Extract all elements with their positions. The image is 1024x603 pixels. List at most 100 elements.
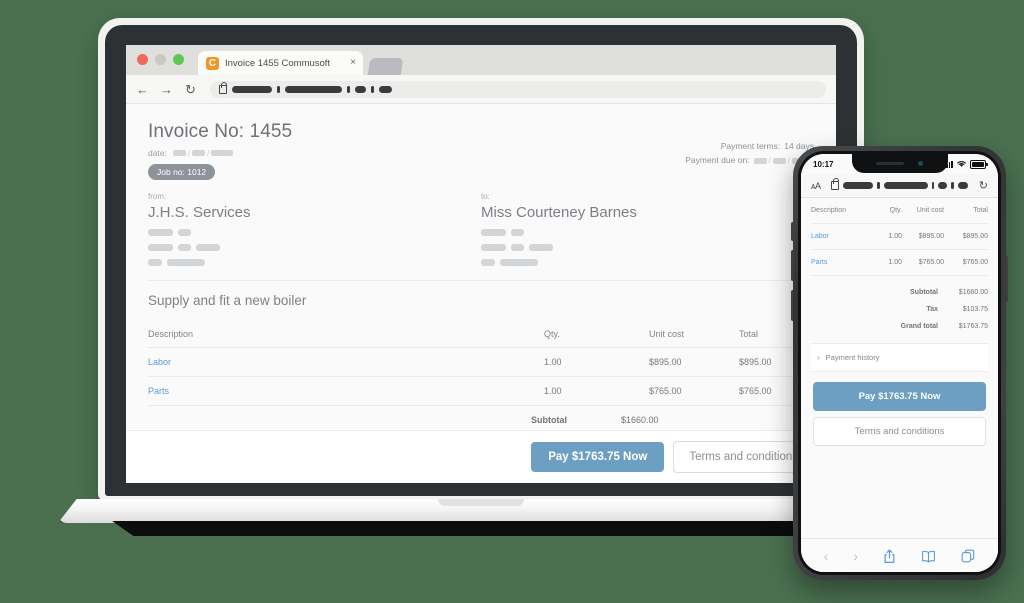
column-header-qty: Qty. [544,329,560,339]
phone-device: 10:17 ᴀA ↻ Description Qty. Unit cost To… [791,146,1008,580]
job-number-badge: Job no: 1012 [148,164,216,180]
phone-table-row: Labor 1.00 $895.00 $895.00 [811,224,988,250]
invoice-page: Invoice No: 1455 date: / / Job no: 1012 P… [126,104,836,483]
close-window-icon[interactable] [137,54,148,65]
subtotal-label: Subtotal [531,415,567,425]
status-time: 10:17 [813,159,834,169]
table-header-row: Description Qty. Unit cost Total [148,320,814,348]
pay-now-button[interactable]: Pay $1763.75 Now [531,442,665,472]
url-redaction-segment [232,85,272,93]
front-camera-icon [918,161,923,166]
browser-toolbar: ← → ↻ [126,75,836,104]
back-icon[interactable]: ← [136,83,149,96]
phone-line-item-total: $765.00 [962,259,988,266]
phone-volume-down-button [791,290,793,321]
line-item-description-link[interactable]: Labor [148,357,544,367]
phone-silent-switch [791,222,793,241]
line-item-qty: 1.00 [544,357,562,367]
phone-column-header-qty: Qty. [889,207,902,214]
phone-line-item-qty: 1.00 [888,259,902,266]
phone-table-row: Parts 1.00 $765.00 $765.00 [811,250,988,276]
url-redaction-dot [347,85,350,93]
url-redaction-segment [285,85,342,93]
lock-icon [219,81,227,94]
share-icon[interactable] [883,549,896,564]
to-party: to: Miss Courteney Barnes [481,192,814,266]
to-address-line [481,229,814,236]
from-label: from: [148,192,167,201]
phone-action-buttons: Pay $1763.75 Now Terms and conditions [811,372,988,446]
url-redaction-dot [277,85,280,93]
commusoft-favicon-icon: C [206,56,219,70]
invoice-action-bar: Pay $1763.75 Now Terms and conditions [126,430,836,483]
line-item-qty: 1.00 [544,386,562,396]
safari-forward-icon[interactable]: › [853,548,858,564]
table-row: Parts 1.00 $765.00 $765.00 [148,377,814,406]
invoice-date-redacted: / / [172,149,234,158]
from-address-line [148,229,481,236]
lock-icon [831,178,840,190]
from-party: from: J.H.S. Services [148,192,481,266]
reload-icon[interactable]: ↻ [184,83,197,96]
laptop-screen: C Invoice 1455 Commusoft × ← → ↻ Invoice… [126,45,836,483]
to-address-line [481,244,814,251]
totals-row-subtotal: Subtotal $1660.00 [148,410,814,430]
window-traffic-lights [137,54,184,65]
parties-section: from: J.H.S. Services to: Miss Courteney… [126,180,836,266]
column-header-unit-cost: Unit cost [649,329,685,339]
safari-bottom-toolbar: ‹ › [801,538,998,572]
safari-back-icon[interactable]: ‹ [824,548,829,564]
to-label: to: [481,192,490,201]
line-item-description-link[interactable]: Parts [148,386,544,396]
phone-screen: 10:17 ᴀA ↻ Description Qty. Unit cost To… [801,154,998,572]
safari-url-redacted [827,178,971,190]
browser-tab-inactive[interactable] [367,58,404,75]
invoice-date-row: date: / / [148,148,292,158]
laptop-base-shadow [112,521,854,536]
minimize-window-icon[interactable] [155,54,166,65]
forward-icon[interactable]: → [160,83,173,96]
phone-tax-label: Tax [926,306,938,313]
laptop-lid-notch [438,499,524,506]
url-redaction-segment [379,85,392,93]
bookmarks-icon[interactable] [921,550,936,563]
phone-invoice-content: Description Qty. Unit cost Total Labor 1… [801,198,998,572]
phone-grand-total-label: Grand total [900,323,938,330]
url-redaction-dot [371,85,374,93]
phone-pay-now-button[interactable]: Pay $1763.75 Now [813,382,986,411]
laptop-device: C Invoice 1455 Commusoft × ← → ↻ Invoice… [58,18,904,536]
phone-frame: 10:17 ᴀA ↻ Description Qty. Unit cost To… [791,146,1008,580]
phone-line-item-unit-cost: $765.00 [918,259,944,266]
phone-line-item-description-link[interactable]: Parts [811,259,872,266]
browser-tab-active[interactable]: C Invoice 1455 Commusoft × [198,51,363,75]
reload-icon[interactable]: ↻ [979,179,988,192]
line-item-unit-cost: $895.00 [649,357,682,367]
invoice-identity: Invoice No: 1455 date: / / Job no: 1012 [148,121,292,180]
tabs-icon[interactable] [961,549,975,563]
phone-line-item-total: $895.00 [962,233,988,240]
phone-notch [851,154,948,173]
status-indicators [943,159,988,169]
phone-line-item-description-link[interactable]: Labor [811,233,872,240]
phone-terms-and-conditions-button[interactable]: Terms and conditions [813,417,986,446]
from-address-line [148,244,481,251]
text-size-icon[interactable]: ᴀA [811,181,821,191]
phone-payment-history-accordion[interactable]: › Payment history [811,343,988,372]
url-redaction-segment [355,85,366,93]
address-bar[interactable] [210,80,826,98]
wifi-icon [957,161,966,167]
phone-volume-up-button [791,250,793,281]
phone-grand-total-value: $1763.75 [958,323,988,330]
payment-due-label: Payment due on: [685,155,750,166]
phone-column-header-description: Description [811,207,847,214]
phone-totals-row-grand-total: Grand total $1763.75 [811,318,988,335]
from-address-line [148,259,481,266]
safari-address-bar[interactable]: ᴀA ↻ [801,174,998,198]
subtotal-value: $1660.00 [621,415,659,425]
phone-totals-section: Subtotal $1660.00 Tax $103.75 Grand tota… [811,284,988,335]
close-tab-icon[interactable]: × [350,58,356,68]
phone-line-item-qty: 1.00 [888,233,902,240]
maximize-window-icon[interactable] [173,54,184,65]
browser-tab-title: Invoice 1455 Commusoft [225,57,331,69]
phone-power-button [1006,256,1008,302]
